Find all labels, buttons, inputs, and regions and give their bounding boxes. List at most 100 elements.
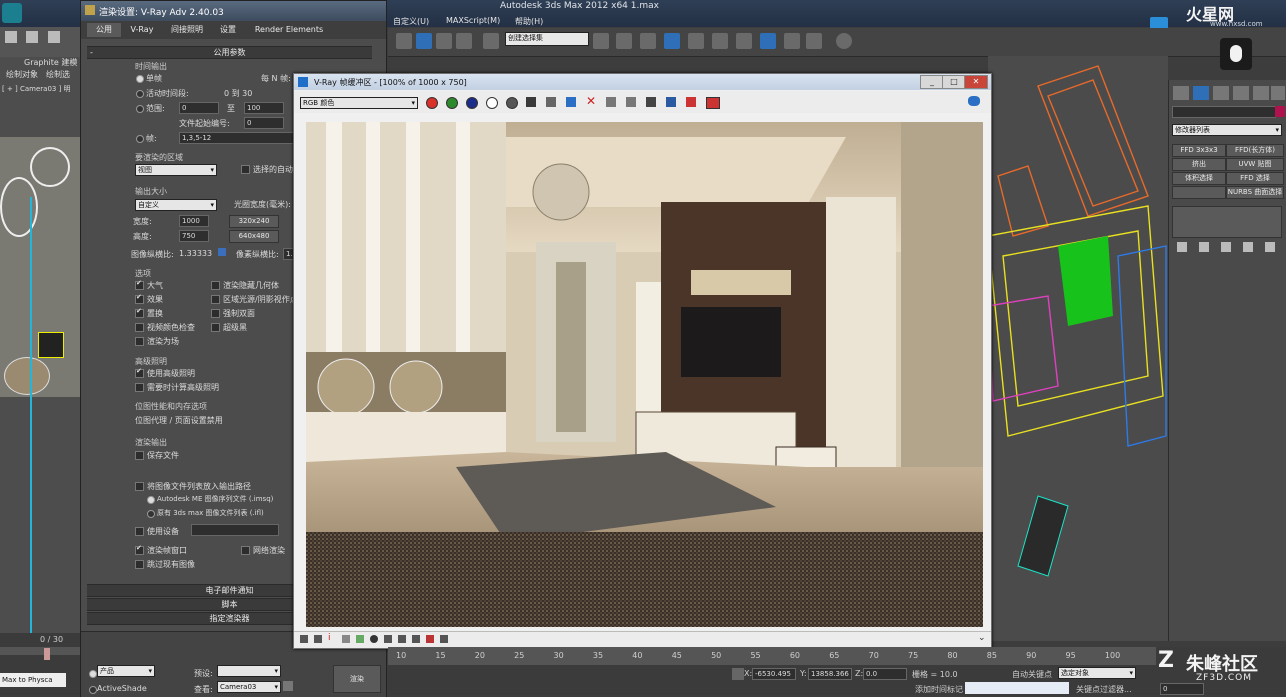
region-render-icon[interactable] xyxy=(646,97,656,107)
vfb-info-icon[interactable]: i xyxy=(328,633,331,643)
stop-render-icon[interactable] xyxy=(686,97,696,107)
create-tab-icon[interactable] xyxy=(1173,86,1189,100)
single-frame-radio[interactable] xyxy=(136,75,144,83)
modifier-button[interactable]: UVW 贴图 xyxy=(1226,158,1284,171)
pin-stack-icon[interactable] xyxy=(1177,242,1187,252)
ribbon-tab-draw[interactable]: 绘制对象 xyxy=(6,69,38,80)
modifier-button[interactable]: 体积选择 xyxy=(1172,172,1226,185)
range-from-field[interactable]: 0 xyxy=(179,102,219,114)
vfb-lut-icon[interactable] xyxy=(398,635,406,643)
material-editor-icon[interactable] xyxy=(736,33,752,49)
channel-dropdown[interactable]: RGB 颜色 xyxy=(300,97,418,109)
legacy-seq-radio[interactable] xyxy=(147,510,155,518)
vfb-exposure-icon[interactable] xyxy=(370,635,378,643)
layer-manager-icon[interactable] xyxy=(640,33,656,49)
atmospherics-checkbox[interactable] xyxy=(135,279,144,290)
named-selection-dropdown[interactable]: 创建选择集 xyxy=(505,32,589,46)
range-radio[interactable] xyxy=(136,105,144,113)
render-button[interactable]: 渲染 xyxy=(333,665,381,693)
file-start-field[interactable]: 0 xyxy=(244,117,284,129)
compute-adv-lighting-checkbox[interactable] xyxy=(135,383,144,392)
auto-region-checkbox[interactable] xyxy=(241,165,250,174)
render-production-icon[interactable] xyxy=(806,33,822,49)
object-name-field[interactable] xyxy=(1172,106,1276,118)
snap-3d-icon[interactable] xyxy=(396,33,412,49)
viewport-scene-fragment[interactable] xyxy=(0,137,80,397)
tab-gi[interactable]: 间接照明 xyxy=(163,23,211,37)
lock-aspect-icon[interactable] xyxy=(218,248,226,256)
render-image[interactable] xyxy=(306,122,983,627)
menu-maxscript[interactable]: MAXScript(M) xyxy=(446,16,500,25)
render-setup-titlebar[interactable]: 渲染设置: V-Ray Adv 2.40.03 xyxy=(81,1,386,21)
put-image-seq-checkbox[interactable] xyxy=(135,482,144,491)
menu-customize[interactable]: 自定义(U) xyxy=(393,16,429,27)
force-2side-checkbox[interactable] xyxy=(211,309,220,318)
vfb-titlebar[interactable]: V-Ray 帧缓冲区 - [100% of 1000 x 750] _ □ ✕ xyxy=(294,74,991,90)
load-image-icon[interactable] xyxy=(546,97,556,107)
configure-sets-icon[interactable] xyxy=(1265,242,1275,252)
save-file-checkbox[interactable] xyxy=(135,451,144,460)
area-lights-checkbox[interactable] xyxy=(211,295,220,304)
modifier-stack[interactable] xyxy=(1172,206,1282,238)
minimize-button[interactable]: _ xyxy=(920,75,944,89)
align-icon[interactable] xyxy=(616,33,632,49)
active-segment-radio[interactable] xyxy=(136,90,144,98)
ime-toolbar[interactable] xyxy=(965,682,1069,694)
make-unique-icon[interactable] xyxy=(1221,242,1231,252)
vfb-history-icon[interactable] xyxy=(300,635,308,643)
timeline[interactable]: 10 15 20 25 30 35 40 45 50 55 60 65 70 75 80 85 90 95 100 xyxy=(388,647,1156,665)
chevron-down-icon[interactable]: ⌄ xyxy=(978,633,986,643)
graphite-toggle-icon[interactable] xyxy=(664,33,680,49)
hidden-geo-checkbox[interactable] xyxy=(211,281,220,290)
camera-gizmo-icon[interactable] xyxy=(38,332,64,358)
area-dropdown[interactable]: 视图 xyxy=(135,164,217,176)
tool-icon[interactable] xyxy=(26,31,38,43)
render-last-icon[interactable] xyxy=(706,97,720,109)
object-color-swatch[interactable] xyxy=(1275,106,1285,117)
utilities-tab-icon[interactable] xyxy=(1271,86,1285,100)
teapot-render-icon[interactable] xyxy=(968,96,980,106)
modifier-button[interactable]: FFD 选择 xyxy=(1226,172,1284,185)
edit-named-sel-icon[interactable] xyxy=(483,33,499,49)
percent-snap-icon[interactable] xyxy=(436,33,452,49)
green-channel-icon[interactable] xyxy=(446,97,458,109)
vfb-ocio-icon[interactable] xyxy=(412,635,420,643)
tab-settings[interactable]: 设置 xyxy=(213,23,243,37)
motion-tab-icon[interactable] xyxy=(1233,86,1249,100)
modifier-list-dropdown[interactable]: 修改器列表 xyxy=(1172,124,1282,136)
vfb-curve-icon[interactable] xyxy=(356,635,364,643)
blue-channel-icon[interactable] xyxy=(466,97,478,109)
vfb-compare-icon[interactable] xyxy=(426,635,434,643)
red-channel-icon[interactable] xyxy=(426,97,438,109)
max-logo-icon[interactable] xyxy=(2,3,22,23)
frames-radio[interactable] xyxy=(136,135,144,143)
maxscript-listener[interactable]: Max to Physca xyxy=(0,673,66,687)
alpha-channel-icon[interactable] xyxy=(486,97,498,109)
auto-key-label[interactable]: 自动关键点 xyxy=(1012,669,1052,680)
tab-common[interactable]: 公用 xyxy=(87,23,121,37)
tab-render-elements[interactable]: Render Elements xyxy=(249,23,329,37)
lock-view-icon[interactable] xyxy=(283,681,293,691)
autodesk-seq-radio[interactable] xyxy=(147,496,155,504)
ribbon-tab-select[interactable]: 绘制选 xyxy=(46,69,70,80)
render-fields-checkbox[interactable] xyxy=(135,337,144,346)
curve-editor-icon[interactable] xyxy=(688,33,704,49)
y-coord-field[interactable]: 13858.366 xyxy=(808,668,852,680)
effects-checkbox[interactable] xyxy=(135,293,144,304)
displacement-checkbox[interactable] xyxy=(135,307,144,318)
time-slider-thumb[interactable] xyxy=(44,648,50,660)
link-vfb-icon[interactable] xyxy=(666,97,676,107)
tool-icon[interactable] xyxy=(48,31,60,43)
tool-icon[interactable] xyxy=(5,31,17,43)
preset-640x480-button[interactable]: 640x480 xyxy=(229,230,279,243)
use-device-checkbox[interactable] xyxy=(135,527,144,536)
range-to-field[interactable]: 100 xyxy=(244,102,284,114)
net-render-checkbox[interactable] xyxy=(241,546,250,555)
view-dropdown[interactable]: Camera03 xyxy=(217,681,281,693)
z-coord-field[interactable]: 0.0 xyxy=(863,668,907,680)
frames-field[interactable]: 1,3,5-12 xyxy=(179,132,297,144)
vfb-pixel-aspect-icon[interactable] xyxy=(440,635,448,643)
spinner-snap-icon[interactable] xyxy=(456,33,472,49)
hierarchy-tab-icon[interactable] xyxy=(1213,86,1229,100)
rendered-frame-window-icon[interactable] xyxy=(784,33,800,49)
